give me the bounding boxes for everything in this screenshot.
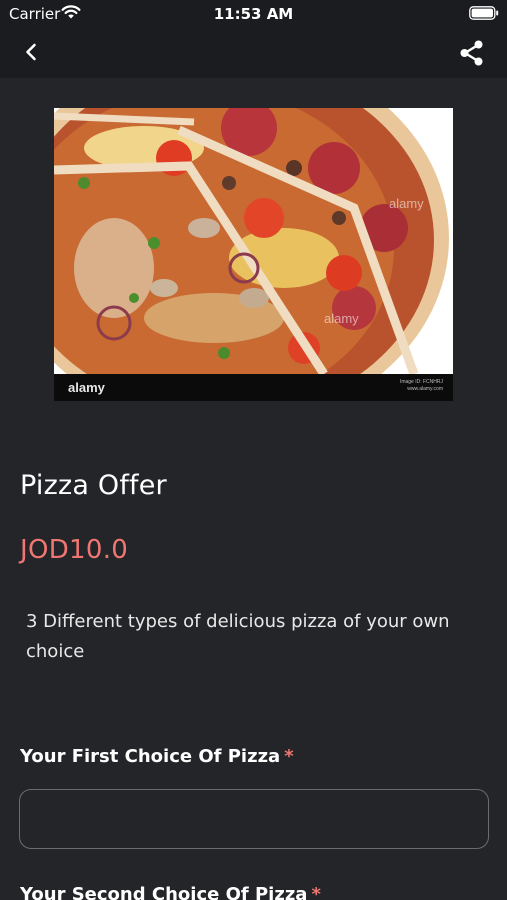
- svg-text:alamy: alamy: [389, 196, 424, 211]
- watermark-strip: alamy Image ID: FCNHRJ www.alamy.com: [54, 374, 453, 401]
- battery-icon: [469, 6, 499, 20]
- first-choice-input[interactable]: [19, 789, 489, 849]
- pizza-illustration: alamy alamy: [54, 108, 453, 374]
- watermark-info: Image ID: FCNHRJ www.alamy.com: [400, 379, 443, 393]
- top-bar: Carrier 11:53 AM: [0, 0, 507, 78]
- second-choice-label-text: Your Second Choice Of Pizza: [20, 884, 308, 900]
- share-icon: [460, 40, 483, 66]
- required-mark: *: [284, 746, 294, 767]
- watermark-url: www.alamy.com: [407, 386, 443, 392]
- first-choice-label-text: Your First Choice Of Pizza: [20, 746, 281, 767]
- svg-text:alamy: alamy: [324, 311, 359, 326]
- back-button[interactable]: [18, 38, 44, 66]
- product-image: alamy alamy alamy Image ID: FCNHRJ www.a…: [54, 108, 453, 401]
- required-mark: *: [311, 884, 321, 900]
- watermark-id: Image ID: FCNHRJ: [399, 379, 443, 385]
- status-bar: Carrier 11:53 AM: [0, 0, 507, 28]
- second-choice-label: Your Second Choice Of Pizza *: [20, 884, 321, 900]
- alamy-logo: alamy: [68, 380, 105, 395]
- product-price: JOD10.0: [20, 535, 129, 565]
- first-choice-label: Your First Choice Of Pizza *: [20, 746, 294, 767]
- share-button[interactable]: [458, 38, 486, 68]
- chevron-left-icon: [26, 43, 36, 61]
- product-description: 3 Different types of delicious pizza of …: [26, 611, 450, 662]
- status-time: 11:53 AM: [213, 5, 294, 23]
- product-title: Pizza Offer: [20, 470, 167, 501]
